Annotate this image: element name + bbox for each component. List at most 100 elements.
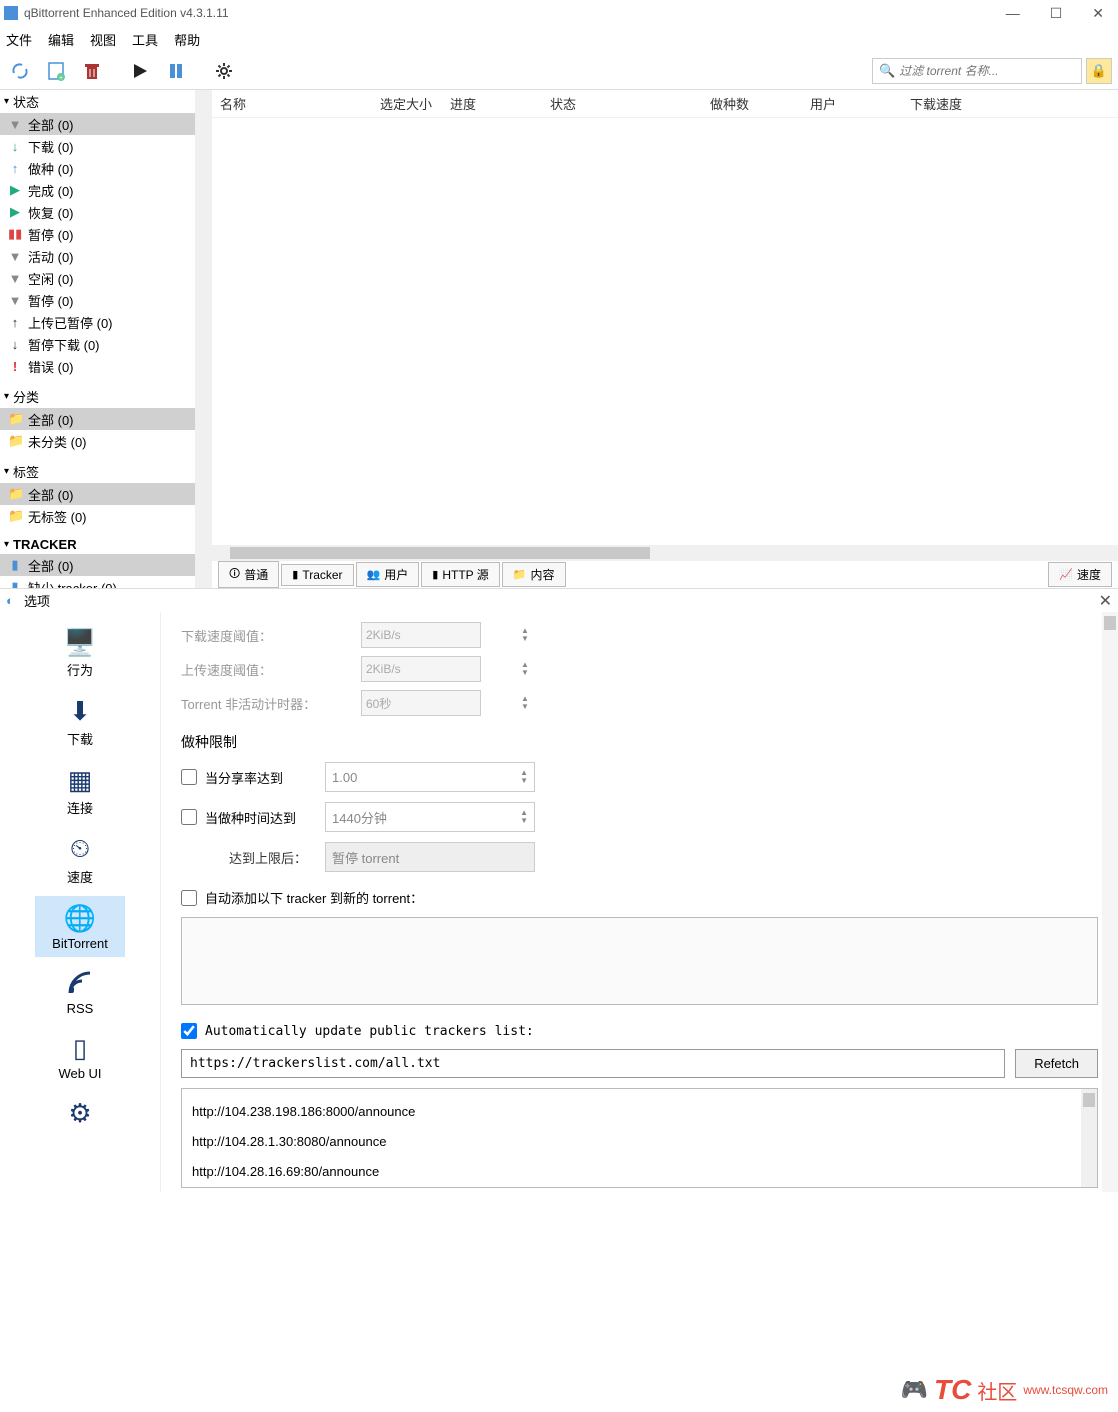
col-dlspeed[interactable]: 下载速度 (910, 94, 990, 113)
sidebar-item-active[interactable]: ▼活动 (0) (0, 245, 195, 267)
sidebar-item-tracker-all[interactable]: ▮全部 (0) (0, 554, 195, 576)
nav-advanced[interactable]: ⚙ (35, 1091, 125, 1135)
tab-http[interactable]: ▮HTTP 源 (421, 562, 500, 587)
error-icon: ! (8, 359, 22, 374)
sidebar-header-category[interactable]: ▾分类 (0, 385, 195, 408)
menu-edit[interactable]: 编辑 (48, 30, 74, 49)
nav-webui[interactable]: ▯Web UI (35, 1026, 125, 1087)
connection-icon: ▦ (68, 764, 93, 796)
nav-speed[interactable]: ⏲速度 (35, 827, 125, 892)
svg-text:+: + (59, 75, 63, 81)
delete-button[interactable] (78, 57, 106, 85)
resume-button[interactable] (126, 57, 154, 85)
tracker-list-box[interactable]: http://104.238.198.186:8000/announce htt… (181, 1088, 1098, 1188)
nav-bittorrent[interactable]: 🌐BitTorrent (35, 896, 125, 957)
trackers-url-input[interactable] (181, 1049, 1005, 1078)
sidebar-item-resumed[interactable]: ▶恢复 (0) (0, 201, 195, 223)
seeding-limit-header: 做种限制 (181, 732, 1098, 752)
sidebar-item-paused[interactable]: ▮▮暂停 (0) (0, 223, 195, 245)
gears-icon: ⚙ (68, 1097, 91, 1129)
nav-rss[interactable]: RSS (35, 961, 125, 1022)
rss-icon (66, 967, 94, 999)
auto-add-tracker-checkbox[interactable] (181, 890, 197, 906)
settings-panel: 🖥️行为 ⬇下载 ▦连接 ⏲速度 🌐BitTorrent RSS ▯Web UI… (0, 612, 1118, 1192)
options-icon: ◐ (6, 593, 20, 608)
minimize-button[interactable]: — (1006, 5, 1020, 22)
sidebar-item-all[interactable]: ▼全部 (0) (0, 113, 195, 135)
col-status[interactable]: 状态 (550, 94, 710, 113)
auto-update-trackers-checkbox[interactable] (181, 1023, 197, 1039)
sidebar: ▾状态 ▼全部 (0) ↓下载 (0) ↑做种 (0) ▶完成 (0) ▶恢复 … (0, 90, 196, 588)
settings-scrollbar[interactable] (1102, 612, 1118, 1192)
settings-button[interactable] (210, 57, 238, 85)
search-input[interactable] (899, 64, 1075, 78)
menu-bar: 文件 编辑 视图 工具 帮助 (0, 26, 1118, 53)
refetch-button[interactable]: Refetch (1015, 1049, 1098, 1078)
sidebar-header-tracker[interactable]: ▾TRACKER (0, 535, 195, 554)
col-progress[interactable]: 进度 (450, 94, 550, 113)
tracker-entry: http://104.28.1.30:8080/announce (192, 1127, 1087, 1157)
tracker-icon: ▮ (8, 557, 22, 573)
share-ratio-checkbox[interactable] (181, 769, 197, 785)
inactive-input: ▲▼ (361, 690, 481, 716)
nav-behavior[interactable]: 🖥️行为 (35, 620, 125, 685)
tracker-scrollbar[interactable] (1081, 1089, 1097, 1187)
tab-peers[interactable]: 👥用户 (356, 562, 420, 587)
folder-icon: 📁 (8, 433, 22, 449)
sidebar-item-tag-none[interactable]: 📁无标签 (0) (0, 505, 195, 527)
sidebar-header-status[interactable]: ▾状态 (0, 90, 195, 113)
sidebar-item-errored[interactable]: !错误 (0) (0, 355, 195, 377)
col-size[interactable]: 选定大小 (380, 94, 450, 113)
sidebar-item-tag-all[interactable]: 📁全部 (0) (0, 483, 195, 505)
seed-time-input[interactable]: 1440分钟▲▼ (325, 802, 535, 832)
menu-tools[interactable]: 工具 (132, 30, 158, 49)
tab-general[interactable]: 🛈普通 (218, 561, 279, 588)
share-ratio-input[interactable]: 1.00▲▼ (325, 762, 535, 792)
sidebar-scrollbar[interactable] (196, 90, 212, 588)
tab-tracker[interactable]: ▮Tracker (281, 564, 353, 586)
sidebar-item-completed[interactable]: ▶完成 (0) (0, 179, 195, 201)
sidebar-item-stalled[interactable]: ▼暂停 (0) (0, 289, 195, 311)
add-file-button[interactable]: + (42, 57, 70, 85)
sidebar-item-seeding[interactable]: ↑做种 (0) (0, 157, 195, 179)
tab-content[interactable]: 📁内容 (502, 562, 566, 587)
lock-button[interactable]: 🔒 (1086, 58, 1112, 84)
menu-view[interactable]: 视图 (90, 30, 116, 49)
horizontal-scrollbar[interactable] (212, 545, 1118, 561)
options-close-button[interactable]: ✕ (1099, 591, 1112, 611)
search-box[interactable]: 🔍 (872, 58, 1082, 84)
sidebar-item-stalled-dl[interactable]: ↓暂停下载 (0) (0, 333, 195, 355)
maximize-button[interactable]: ☐ (1050, 5, 1063, 22)
auto-add-tracker-textarea[interactable] (181, 917, 1098, 1005)
title-bar: qBittorrent Enhanced Edition v4.3.1.11 —… (0, 0, 1118, 26)
tracker-entry: http://104.238.198.186:8000/announce (192, 1097, 1087, 1127)
menu-help[interactable]: 帮助 (174, 30, 200, 49)
filter-icon: ▼ (8, 249, 22, 264)
tab-speed[interactable]: 📈速度 (1048, 562, 1112, 587)
col-peers[interactable]: 用户 (810, 94, 910, 113)
sidebar-item-downloading[interactable]: ↓下载 (0) (0, 135, 195, 157)
sidebar-item-inactive[interactable]: ▼空闲 (0) (0, 267, 195, 289)
sidebar-item-cat-none[interactable]: 📁未分类 (0) (0, 430, 195, 452)
add-link-button[interactable] (6, 57, 34, 85)
sidebar-item-tracker-none[interactable]: ▮缺少 tracker (0) (0, 576, 195, 588)
pause-button[interactable] (162, 57, 190, 85)
sidebar-item-stalled-up[interactable]: ↑上传已暂停 (0) (0, 311, 195, 333)
dl-threshold-input: ▲▼ (361, 622, 481, 648)
gauge-icon: ⏲ (70, 833, 90, 865)
sidebar-item-cat-all[interactable]: 📁全部 (0) (0, 408, 195, 430)
nav-connection[interactable]: ▦连接 (35, 758, 125, 823)
options-title: 选项 (24, 591, 50, 610)
column-headers: 名称 选定大小 进度 状态 做种数 用户 下载速度 (212, 90, 1118, 118)
then-select: 暂停 torrent (325, 842, 535, 872)
col-seeds[interactable]: 做种数 (710, 94, 810, 113)
sidebar-header-tags[interactable]: ▾标签 (0, 460, 195, 483)
close-button[interactable]: ✕ (1092, 5, 1104, 22)
server-icon: ▯ (73, 1032, 87, 1064)
peers-icon: 👥 (367, 568, 381, 581)
menu-file[interactable]: 文件 (6, 30, 32, 49)
search-icon: 🔍 (879, 63, 895, 79)
col-name[interactable]: 名称 (220, 94, 380, 113)
nav-downloads[interactable]: ⬇下载 (35, 689, 125, 754)
seed-time-checkbox[interactable] (181, 809, 197, 825)
